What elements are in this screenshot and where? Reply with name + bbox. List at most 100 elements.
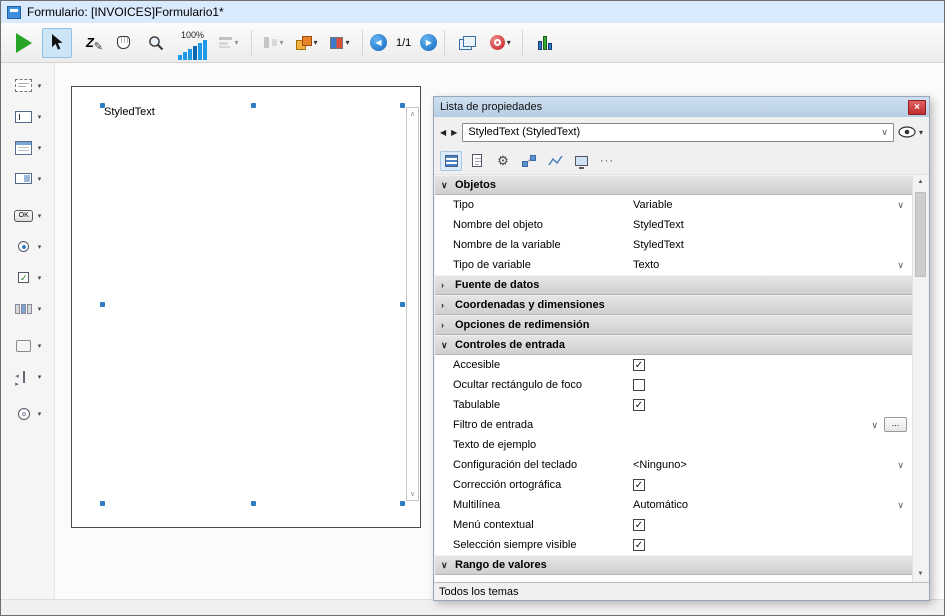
selection-handle[interactable] (251, 501, 256, 506)
chevron-right-icon: › (441, 280, 449, 290)
dropdown-chevron-icon[interactable]: ∨ (871, 420, 878, 431)
property-value-text[interactable]: Variable (633, 199, 673, 211)
dropdown-chevron-icon[interactable]: ∨ (897, 500, 904, 511)
unchecked-checkbox[interactable] (633, 379, 645, 391)
button-grid-tool[interactable]: ▾ (14, 298, 42, 319)
checked-checkbox[interactable]: ✓ (633, 479, 645, 491)
theme-chart-button[interactable] (544, 151, 566, 171)
chevron-down-icon: ▾ (38, 274, 42, 282)
radio-button-tool[interactable]: ▾ (14, 236, 42, 257)
checked-checkbox[interactable]: ✓ (633, 519, 645, 531)
text-tool[interactable]: ▾ (14, 75, 42, 96)
zoom-tool-button[interactable] (141, 28, 171, 58)
checked-checkbox[interactable]: ✓ (633, 539, 645, 551)
run-form-button[interactable] (9, 28, 39, 58)
listbox-tool[interactable]: ▾ (14, 137, 42, 158)
selection-handle[interactable] (400, 302, 405, 307)
splitter-tool[interactable]: ▾ (14, 366, 42, 387)
delete-button[interactable]: ▾ (485, 28, 515, 58)
property-value: StyledText (628, 215, 912, 235)
next-page-button[interactable]: ▶ (420, 34, 437, 51)
chevron-down-icon: ▾ (38, 243, 42, 251)
property-value: ✓ (628, 355, 912, 375)
checked-checkbox[interactable]: ✓ (633, 399, 645, 411)
scrollbar-up-icon[interactable]: ▲ (913, 175, 928, 190)
close-button[interactable]: × (908, 100, 926, 115)
display-options-button[interactable]: ▾ (214, 28, 244, 58)
property-label: Configuración del teclado (435, 459, 628, 471)
chart-button[interactable] (530, 28, 560, 58)
styledtext-object-label[interactable]: StyledText (104, 106, 155, 118)
object-selector-row: ◀ ▶ StyledText (StyledText) ∨ ▾ (434, 117, 929, 147)
checkbox-tool[interactable]: ✓▾ (14, 267, 42, 288)
groupbox-tool[interactable]: ▾ (14, 335, 42, 356)
selection-handle[interactable] (100, 103, 105, 108)
prev-page-icon: ◀ (375, 38, 381, 47)
windows-button[interactable] (452, 28, 482, 58)
form-page[interactable]: StyledText ∧ ∨ (71, 86, 421, 528)
property-value-text[interactable]: <Ninguno> (633, 459, 687, 471)
entry-order-icon: Z✎ (86, 35, 94, 50)
dropdown-chevron-icon[interactable]: ∨ (897, 260, 904, 271)
section-opciones-de-redimensi-n[interactable]: ›Opciones de redimensión (435, 315, 912, 335)
panel-scrollbar[interactable]: ▲ ▼ (912, 175, 928, 582)
property-row-nombre-del-objeto: Nombre del objetoStyledText (435, 215, 912, 235)
pan-tool-button[interactable] (108, 28, 138, 58)
scrollbar-down-icon[interactable]: ▼ (913, 567, 928, 582)
theme-settings-button[interactable]: ⚙ (492, 151, 514, 171)
property-value: ✓ (628, 515, 912, 535)
dropdown-chevron-icon[interactable]: ∨ (897, 460, 904, 471)
section-rango-de-valores[interactable]: ∨Rango de valores (435, 555, 912, 575)
chevron-down-icon: ▾ (38, 342, 42, 350)
property-value: Automático ∨ (628, 495, 912, 515)
bottom-scroll-track[interactable] (1, 599, 944, 615)
property-row-ocultar-rect-ngulo-de-foco: Ocultar rectángulo de foco (435, 375, 912, 395)
object-selector-combobox[interactable]: StyledText (StyledText) ∨ (462, 123, 894, 142)
theme-more-button[interactable]: ··· (596, 151, 618, 171)
selection-handle[interactable] (100, 302, 105, 307)
plugin-area-tool[interactable]: ▾ (14, 403, 42, 424)
selection-handle[interactable] (400, 103, 405, 108)
ellipsis-button[interactable]: ... (884, 417, 907, 432)
chevron-right-icon: › (441, 320, 449, 330)
property-value-text[interactable]: Automático (633, 499, 688, 511)
input-field-tool[interactable]: ▾ (14, 106, 42, 127)
selection-handle[interactable] (400, 501, 405, 506)
section-objetos[interactable]: ∨Objetos (435, 175, 912, 195)
dropdown-chevron-icon[interactable]: ∨ (897, 200, 904, 211)
previous-page-button[interactable]: ◀ (370, 34, 387, 51)
previous-object-button[interactable]: ◀ (440, 128, 447, 137)
section-controles-de-entrada[interactable]: ∨Controles de entrada (435, 335, 912, 355)
property-value-text[interactable]: Texto (633, 259, 659, 271)
selection-handle[interactable] (251, 103, 256, 108)
theme-events-button[interactable] (518, 151, 540, 171)
button-grid-icon (15, 304, 32, 314)
object-scrollbar[interactable]: ∧ ∨ (406, 107, 419, 501)
entry-order-button[interactable]: Z✎ (75, 28, 105, 58)
theme-page-button[interactable] (466, 151, 488, 171)
align-objects-button[interactable]: ▾ (259, 28, 289, 58)
scroll-down-icon[interactable]: ∨ (407, 490, 418, 498)
selection-handle[interactable] (100, 501, 105, 506)
combobox-tool[interactable]: ▾ (14, 168, 42, 189)
section-coordenadas-y-dimensiones[interactable]: ›Coordenadas y dimensiones (435, 295, 912, 315)
grid-options-button[interactable]: ▾ (325, 28, 355, 58)
pointer-tool-button[interactable] (42, 28, 72, 58)
chevron-down-icon: ▾ (279, 38, 283, 47)
section-fuente-de-datos[interactable]: ›Fuente de datos (435, 275, 912, 295)
input-field-icon (15, 111, 32, 123)
scrollbar-thumb[interactable] (915, 192, 926, 277)
property-value: ✓ (628, 395, 912, 415)
checked-checkbox[interactable]: ✓ (633, 359, 645, 371)
property-value-text[interactable]: StyledText (633, 219, 684, 231)
zoom-level-control[interactable]: 100% (178, 26, 207, 60)
theme-display-button[interactable] (570, 151, 592, 171)
scroll-up-icon[interactable]: ∧ (407, 110, 418, 118)
theme-list-button[interactable] (440, 151, 462, 171)
button-tool[interactable]: OK▾ (14, 205, 42, 226)
next-object-button[interactable]: ▶ (451, 128, 458, 137)
manage-levels-button[interactable]: ▾ (292, 28, 322, 58)
app-window: Formulario: [INVOICES]Formulario1* Z✎ 10… (0, 0, 945, 616)
visibility-filter-button[interactable]: ▾ (898, 126, 923, 138)
property-value-text[interactable]: StyledText (633, 239, 684, 251)
